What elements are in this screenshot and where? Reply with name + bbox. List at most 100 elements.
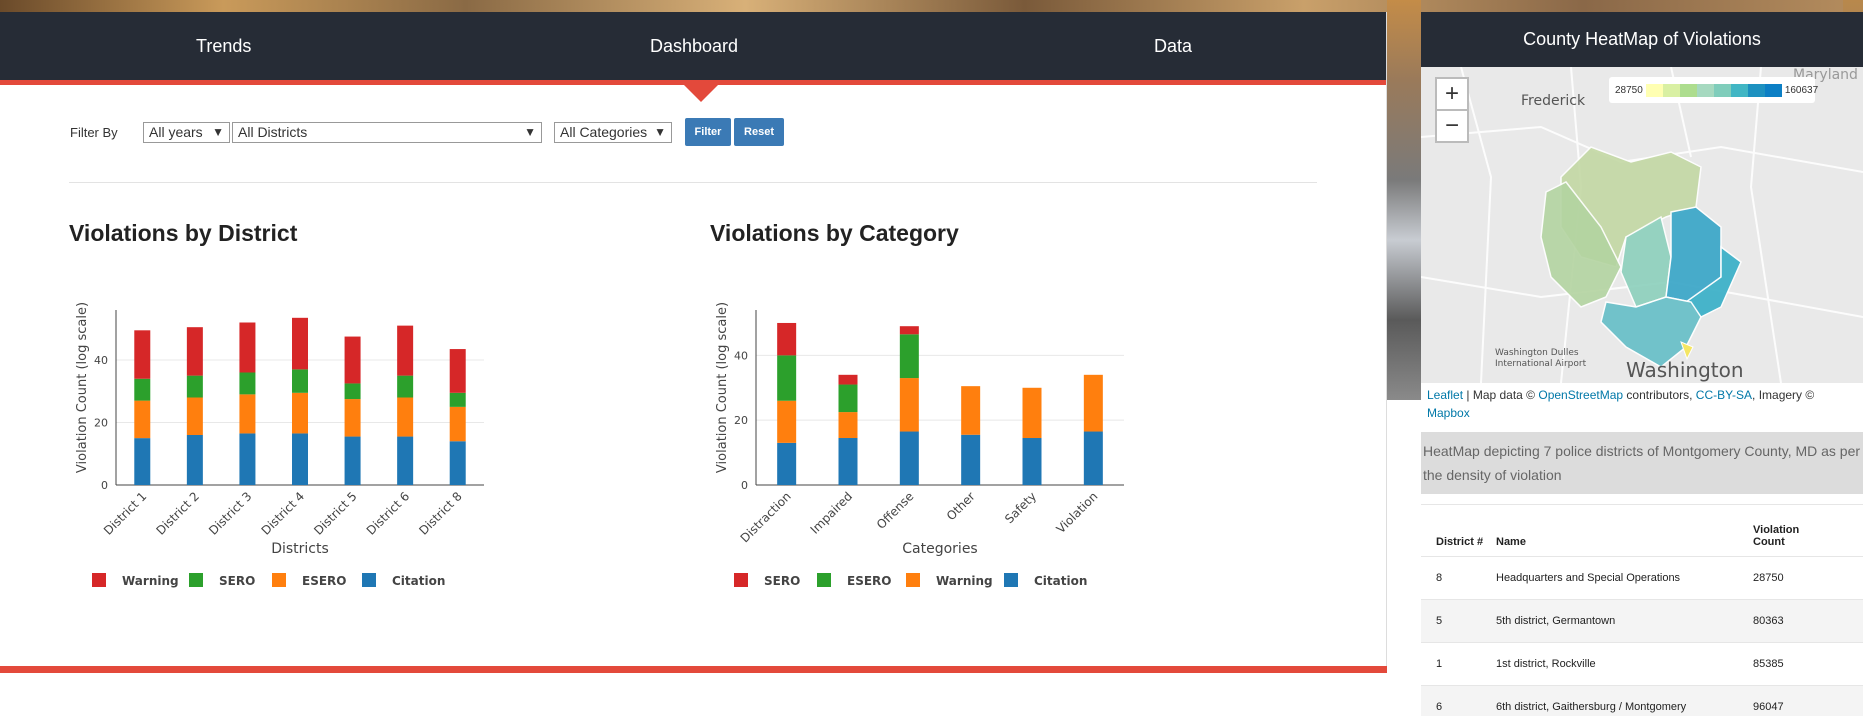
bar-segment[interactable] (899, 326, 919, 335)
category-select[interactable]: All Categories ▼ (554, 121, 672, 143)
legend-label[interactable]: Warning (122, 574, 179, 588)
x-tick-label: Impaired (808, 489, 856, 537)
x-tick-label: Other (944, 489, 978, 523)
bar-segment[interactable] (292, 392, 308, 434)
bar-segment[interactable] (397, 436, 414, 485)
legend-swatch (1679, 83, 1697, 97)
table-row[interactable]: 8 Headquarters and Special Operations 2875… (1421, 556, 1863, 599)
legend-swatch (1662, 83, 1680, 97)
bar-segment[interactable] (397, 325, 414, 376)
bar-segment[interactable] (777, 400, 797, 443)
header-count[interactable]: Violation Count (1753, 524, 1823, 548)
legend-label[interactable]: SERO (219, 574, 255, 588)
bar-segment[interactable] (186, 435, 203, 485)
bar-segment[interactable] (777, 322, 797, 356)
map-attribution: Leaflet | Map data © OpenStreetMap contr… (1421, 383, 1863, 423)
bar-segment[interactable] (239, 322, 256, 373)
zoom-out-button[interactable]: − (1435, 109, 1469, 143)
map-label-frederick: Frederick (1521, 93, 1586, 109)
bar-segment[interactable] (292, 317, 308, 370)
x-tick-label: District 1 (101, 489, 149, 537)
year-select[interactable]: All years ▼ (143, 121, 230, 143)
nav-trends[interactable]: Trends (0, 12, 528, 80)
bar-segment[interactable] (344, 399, 361, 437)
leaflet-link[interactable]: Leaflet (1427, 388, 1463, 402)
bar-segment[interactable] (449, 392, 466, 407)
table-row[interactable]: 6 6th district, Gaithersburg / Montgomery… (1421, 685, 1863, 716)
bar-segment[interactable] (1083, 431, 1103, 485)
table-row[interactable]: 1 1st district, Rockville 85385 (1421, 642, 1863, 685)
legend-label[interactable]: Citation (1034, 574, 1087, 588)
table-row[interactable]: 5 5th district, Germantown 80363 (1421, 599, 1863, 642)
cell-name: Headquarters and Special Operations (1496, 572, 1681, 584)
cell-district: 5 (1436, 615, 1443, 627)
zoom-in-button[interactable]: + (1435, 77, 1469, 111)
filter-button[interactable]: Filter (685, 118, 731, 146)
legend-label[interactable]: ESERO (302, 574, 346, 588)
bar-segment[interactable] (397, 397, 414, 437)
bar-segment[interactable] (838, 384, 858, 413)
bar-segment[interactable] (449, 406, 466, 442)
legend-label[interactable]: ESERO (847, 574, 891, 588)
county-heatmap[interactable]: Frederick Maryland Washington Dulles Int… (1421, 67, 1863, 383)
bar-segment[interactable] (777, 442, 797, 485)
mapbox-link[interactable]: Mapbox (1427, 406, 1470, 420)
license-link[interactable]: CC-BY-SA (1696, 388, 1752, 402)
nav-dashboard[interactable]: Dashboard (528, 12, 860, 80)
caret-down-icon: ▼ (524, 125, 536, 139)
caret-down-icon: ▼ (654, 125, 666, 139)
bar-segment[interactable] (239, 372, 256, 395)
bar-segment[interactable] (397, 375, 414, 398)
bar-segment[interactable] (344, 336, 361, 384)
bar-segment[interactable] (134, 400, 151, 439)
bar-segment[interactable] (134, 438, 151, 485)
legend-label[interactable]: SERO (764, 574, 800, 588)
bar-segment[interactable] (344, 383, 361, 400)
bar-segment[interactable] (899, 334, 919, 379)
bar-segment[interactable] (186, 397, 203, 436)
y-axis-label: Violation Count (log scale) (715, 302, 730, 473)
bar-segment[interactable] (239, 433, 256, 485)
bar-segment[interactable] (134, 330, 151, 379)
bar-segment[interactable] (1022, 438, 1042, 485)
bar-segment[interactable] (239, 394, 256, 434)
osm-link[interactable]: OpenStreetMap (1538, 388, 1623, 402)
legend-label[interactable]: Warning (936, 574, 993, 588)
bar-segment[interactable] (777, 355, 797, 401)
bar-segment[interactable] (449, 349, 466, 393)
legend-label[interactable]: Citation (392, 574, 445, 588)
table-body: 8 Headquarters and Special Operations 2875… (1421, 556, 1863, 716)
header-district[interactable]: District # (1421, 536, 1496, 548)
bar-segment[interactable] (292, 369, 308, 393)
bar-segment[interactable] (449, 441, 466, 485)
nav-data[interactable]: Data (860, 12, 1386, 80)
y-tick-label: 40 (734, 349, 748, 362)
bar-segment[interactable] (961, 386, 981, 435)
bar-segment[interactable] (838, 438, 858, 485)
background-photo (1387, 0, 1421, 400)
bar-segment[interactable] (134, 378, 151, 401)
bar-segment[interactable] (1022, 387, 1042, 439)
legend-swatch (1713, 83, 1731, 97)
bar-segment[interactable] (344, 436, 361, 485)
header-name[interactable]: Name (1496, 536, 1753, 548)
bar-segment[interactable] (186, 375, 203, 398)
bar-segment[interactable] (961, 434, 981, 485)
map-canvas: Frederick Maryland Washington Dulles Int… (1421, 67, 1863, 383)
bar-segment[interactable] (292, 433, 308, 485)
bar-segment[interactable] (899, 378, 919, 432)
reset-button[interactable]: Reset (734, 118, 784, 146)
bar-segment[interactable] (186, 327, 203, 376)
legend-swatch (1696, 83, 1714, 97)
bar-segment[interactable] (1083, 374, 1103, 432)
category-select-value: All Categories (560, 124, 648, 140)
bar-segment[interactable] (838, 374, 858, 385)
bar-segment[interactable] (899, 431, 919, 485)
bottom-accent-bar (0, 666, 1387, 673)
x-tick-label: District 2 (153, 489, 201, 537)
y-tick-label: 40 (94, 354, 108, 367)
bar-segment[interactable] (838, 412, 858, 439)
y-tick-label: 0 (101, 479, 108, 492)
x-tick-label: District 4 (259, 489, 307, 537)
district-select[interactable]: All Districts ▼ (232, 121, 542, 143)
